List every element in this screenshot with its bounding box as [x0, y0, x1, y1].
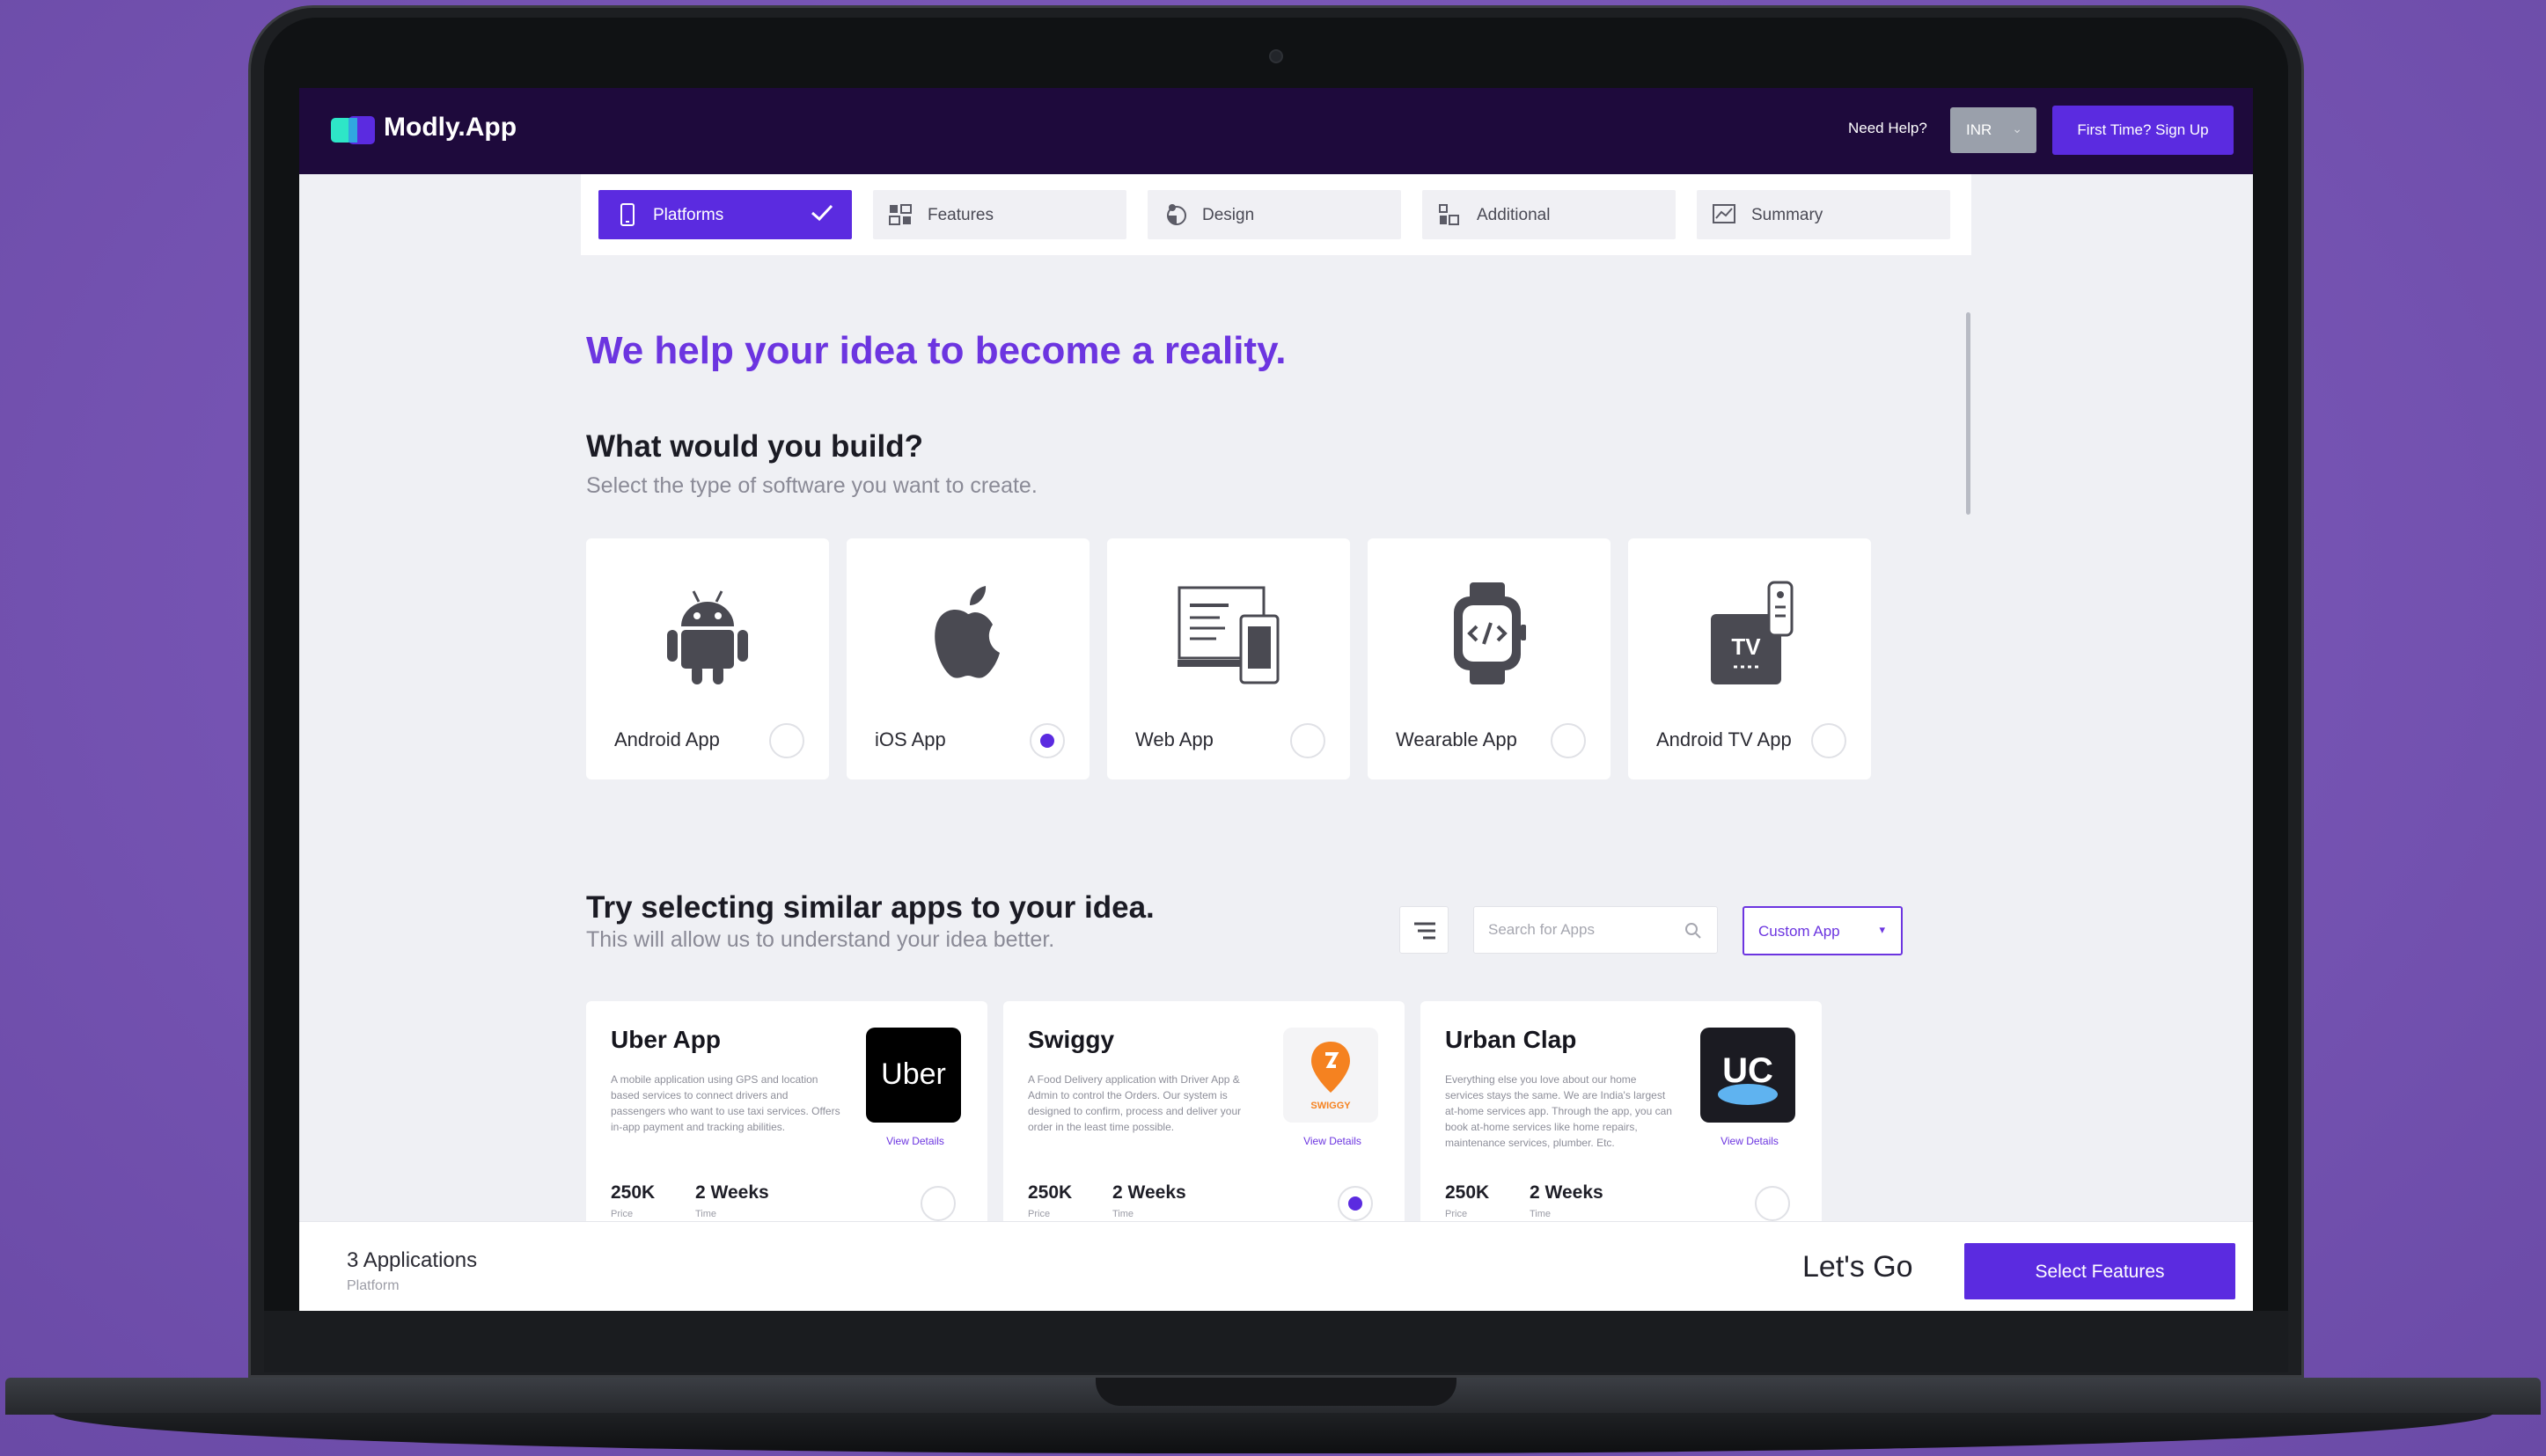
app-radio[interactable] [1755, 1186, 1790, 1221]
smartwatch-icon [1454, 582, 1526, 684]
uber-logo-text: Uber [881, 1057, 946, 1091]
tab-label: Additional [1477, 206, 1551, 224]
similar-subtitle: This will allow us to understand your id… [586, 927, 1055, 952]
similar-title: Try selecting similar apps to your idea. [586, 890, 1155, 925]
top-bar: Modly.App Need Help? INR ⌄ First Time? S… [299, 88, 2253, 174]
signup-button[interactable]: First Time? Sign Up [2052, 106, 2234, 155]
tab-label: Summary [1751, 206, 1823, 224]
tab-summary[interactable]: Summary [1697, 190, 1950, 239]
app-price: 250K [611, 1182, 656, 1203]
view-details-link[interactable]: View Details [1297, 1135, 1368, 1147]
filter-icon [1414, 922, 1435, 940]
search-input[interactable] [1488, 921, 1673, 939]
platform-label: Web App [1135, 728, 1214, 750]
filter-button[interactable] [1399, 906, 1449, 954]
tab-platforms[interactable]: Platforms [598, 190, 852, 239]
web-devices-icon [1178, 586, 1280, 684]
selected-count-label: Platform [347, 1278, 400, 1293]
laptop-notch [1096, 1378, 1456, 1406]
additional-icon [1439, 204, 1459, 225]
search-icon[interactable] [1684, 921, 1703, 940]
app-price: 250K [1445, 1182, 1490, 1203]
platform-radio[interactable] [1811, 723, 1846, 758]
tab-features[interactable]: Features [873, 190, 1126, 239]
platform-radio[interactable] [1551, 723, 1586, 758]
build-subtitle: Select the type of software you want to … [586, 473, 1038, 498]
uber-logo-icon: Uber [866, 1028, 961, 1123]
lets-go-text: Let's Go [1802, 1250, 1913, 1284]
platform-card-web[interactable]: Web App [1107, 538, 1350, 779]
build-title: What would you build? [586, 429, 923, 464]
laptop-chin [264, 1311, 2288, 1372]
brand-logo-icon [331, 116, 375, 144]
apple-icon [935, 586, 1000, 678]
caret-down-icon: ▾ [1879, 923, 1885, 936]
swiggy-logo-icon: SWIGGY [1283, 1028, 1378, 1123]
app-description: A mobile application using GPS and locat… [611, 1073, 840, 1133]
tab-label: Platforms [653, 206, 724, 224]
view-details-link[interactable]: View Details [1714, 1135, 1785, 1147]
step-tabs: Platforms Features Design Additional Sum… [581, 174, 1971, 255]
tab-design[interactable]: Design [1148, 190, 1401, 239]
app-description: Everything else you love about our home … [1445, 1073, 1672, 1149]
price-label: Price [1028, 1209, 1051, 1219]
urban-clap-logo-icon: UC [1700, 1028, 1795, 1123]
scrollbar[interactable] [1966, 312, 1970, 515]
app-time: 2 Weeks [695, 1182, 769, 1203]
app-price: 250K [1028, 1182, 1073, 1203]
platform-label: Wearable App [1396, 728, 1517, 750]
currency-value: INR [1966, 121, 1992, 138]
app-time: 2 Weeks [1112, 1182, 1186, 1203]
platform-radio[interactable] [769, 723, 804, 758]
footer-bar: 3 Applications Platform Let's Go Select … [299, 1221, 2253, 1311]
price-label: Price [1445, 1209, 1468, 1219]
search-box [1473, 906, 1718, 954]
need-help-link[interactable]: Need Help? [1848, 120, 1927, 137]
platform-radio[interactable] [1030, 723, 1065, 758]
tab-additional[interactable]: Additional [1422, 190, 1676, 239]
phone-icon [620, 203, 635, 226]
platform-label: Android App [614, 728, 720, 750]
summary-icon [1713, 204, 1735, 223]
platform-label: iOS App [875, 728, 946, 750]
time-label: Time [1530, 1209, 1552, 1219]
platform-label: Android TV App [1656, 728, 1792, 750]
select-features-button[interactable]: Select Features [1964, 1243, 2235, 1299]
urban-clap-logo-text: UC [1722, 1051, 1773, 1090]
platform-card-wearable[interactable]: Wearable App [1368, 538, 1611, 779]
tab-label: Features [928, 206, 994, 224]
features-icon [889, 204, 912, 225]
view-details-link[interactable]: View Details [880, 1135, 950, 1147]
custom-app-label: Custom App [1758, 923, 1840, 940]
selected-count: 3 Applications [347, 1248, 478, 1272]
app-name: Uber App [611, 1026, 721, 1053]
check-icon [811, 204, 833, 222]
app-screen: Modly.App Need Help? INR ⌄ First Time? S… [299, 88, 2253, 1311]
currency-select[interactable]: INR ⌄ [1950, 107, 2036, 153]
platform-card-android-tv[interactable]: TV Android TV App [1628, 538, 1871, 779]
swiggy-logo-text: SWIGGY [1310, 1101, 1351, 1111]
design-icon [1167, 204, 1186, 225]
hero-heading: We help your idea to become a reality. [586, 329, 1287, 372]
app-description: A Food Delivery application with Driver … [1028, 1073, 1242, 1133]
platform-card-ios[interactable]: iOS App [847, 538, 1090, 779]
app-radio[interactable] [921, 1186, 956, 1221]
custom-app-dropdown[interactable]: Custom App ▾ [1743, 906, 1903, 955]
app-radio[interactable] [1338, 1186, 1373, 1221]
svg-text:TV: TV [1731, 633, 1761, 660]
price-label: Price [611, 1209, 634, 1219]
tab-label: Design [1202, 206, 1255, 224]
time-label: Time [695, 1209, 717, 1219]
platform-radio[interactable] [1290, 723, 1325, 758]
tv-icon: TV [1711, 581, 1794, 684]
chevron-down-icon: ⌄ [2012, 121, 2022, 135]
camera-icon [1269, 49, 1283, 63]
android-icon [667, 590, 748, 684]
platform-card-android[interactable]: Android App [586, 538, 829, 779]
app-time: 2 Weeks [1530, 1182, 1603, 1203]
app-name: Swiggy [1028, 1026, 1115, 1053]
app-name: Urban Clap [1445, 1026, 1577, 1053]
brand-name[interactable]: Modly.App [384, 113, 517, 143]
time-label: Time [1112, 1209, 1134, 1219]
